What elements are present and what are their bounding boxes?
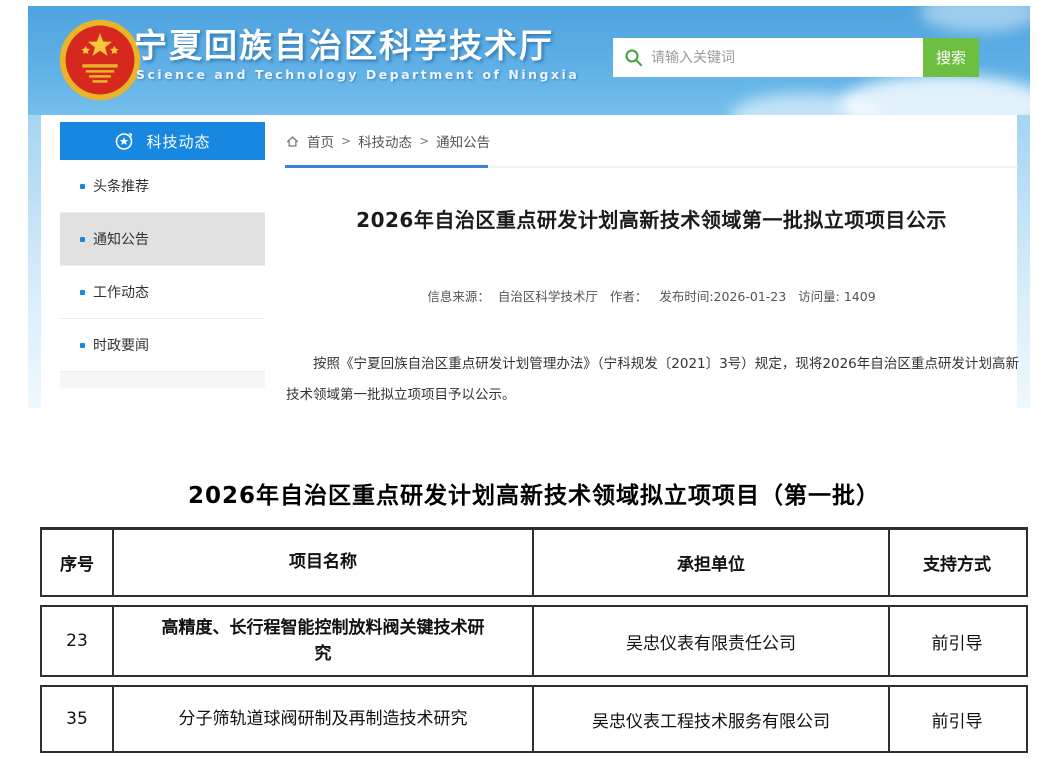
table-header-row: 序号 项目名称 承担单位 支持方式: [40, 527, 1028, 597]
meta-views: 访问量: 1409: [798, 289, 876, 304]
meta-published: 发布时间:2026-01-23: [659, 289, 786, 304]
column-header-support: 支持方式: [888, 530, 1024, 595]
sidebar-item-label: 通知公告: [93, 229, 149, 249]
bullet-icon: [80, 343, 85, 348]
cell-seq: 35: [42, 687, 112, 751]
sidebar-item-label: 头条推荐: [93, 176, 149, 196]
search-bar: 搜索: [613, 38, 1006, 77]
table-row: 35 分子筛轨道球阀研制及再制造技术研究 吴忠仪表工程技术服务有限公司 前引导: [40, 685, 1028, 753]
column-header-project: 项目名称: [112, 530, 532, 595]
meta-author-label: 作者：: [610, 289, 648, 304]
cell-unit: 吴忠仪表工程技术服务有限公司: [532, 687, 888, 751]
cell-support: 前引导: [888, 687, 1024, 751]
column-header-unit: 承担单位: [532, 530, 888, 595]
cell-project: 分子筛轨道球阀研制及再制造技术研究: [112, 687, 532, 751]
star-circle-icon: [114, 131, 134, 151]
site-banner: 宁夏回族自治区科学技术厅 Science and Technology Depa…: [28, 6, 1030, 115]
home-icon: [285, 134, 300, 149]
cell-support: 前引导: [888, 607, 1024, 675]
sidebar-item-notices[interactable]: 通知公告: [60, 213, 265, 266]
table-title: 2026年自治区重点研发计划高新技术领域拟立项项目（第一批）: [40, 476, 1028, 510]
bullet-icon: [80, 290, 85, 295]
sidebar-item-label: 时政要闻: [93, 335, 149, 355]
search-input[interactable]: [613, 38, 923, 77]
sidebar-item-work-news[interactable]: 工作动态: [60, 266, 265, 319]
article-body: 按照《宁夏回族自治区重点研发计划管理办法》（宁科规发〔2021〕3号）规定，现将…: [286, 349, 1019, 411]
site-subtitle: Science and Technology Department of Nin…: [136, 67, 579, 82]
breadcrumb-section[interactable]: 科技动态: [358, 131, 412, 151]
sidebar-nav: 科技动态 头条推荐 通知公告 工作动态 时政要闻: [60, 122, 265, 388]
article-title: 2026年自治区重点研发计划高新技术领域第一批拟立项项目公示: [285, 204, 1018, 233]
breadcrumb-home[interactable]: 首页: [307, 131, 334, 151]
breadcrumb: 首页 > 科技动态 > 通知公告: [285, 131, 490, 151]
bullet-icon: [80, 237, 85, 242]
bullet-icon: [80, 184, 85, 189]
sidebar-title: 科技动态: [146, 131, 210, 152]
national-emblem-logo: [58, 18, 142, 102]
search-button[interactable]: 搜索: [923, 38, 979, 77]
table-row: 23 高精度、长行程智能控制放料阀关键技术研究 吴忠仪表有限责任公司 前引导: [40, 605, 1028, 677]
sidebar-items: 头条推荐 通知公告 工作动态 时政要闻: [60, 160, 265, 372]
sidebar-item-politics-news[interactable]: 时政要闻: [60, 319, 265, 372]
breadcrumb-divider-accent: [285, 165, 488, 168]
cell-unit: 吴忠仪表有限责任公司: [532, 607, 888, 675]
sidebar-header[interactable]: 科技动态: [60, 122, 265, 160]
meta-source: 自治区科学技术厅: [498, 289, 598, 304]
cell-seq: 23: [42, 607, 112, 675]
page-background-strip-left: [28, 115, 41, 408]
column-header-seq: 序号: [42, 530, 112, 595]
sidebar-item-headline[interactable]: 头条推荐: [60, 160, 265, 213]
cell-project: 高精度、长行程智能控制放料阀关键技术研究: [112, 607, 532, 675]
sidebar-footer: [60, 372, 265, 388]
breadcrumb-separator: >: [341, 134, 351, 148]
site-title: 宁夏回族自治区科学技术厅: [134, 19, 554, 67]
article-meta: 信息来源： 自治区科学技术厅 作者： 发布时间:2026-01-23 访问量: 1…: [285, 286, 1018, 305]
meta-source-label: 信息来源：: [427, 289, 490, 304]
sidebar-item-label: 工作动态: [93, 282, 149, 302]
breadcrumb-separator: >: [419, 134, 429, 148]
breadcrumb-current[interactable]: 通知公告: [436, 131, 490, 151]
cloud-decoration: [920, 6, 1030, 32]
search-icon: [624, 48, 644, 68]
